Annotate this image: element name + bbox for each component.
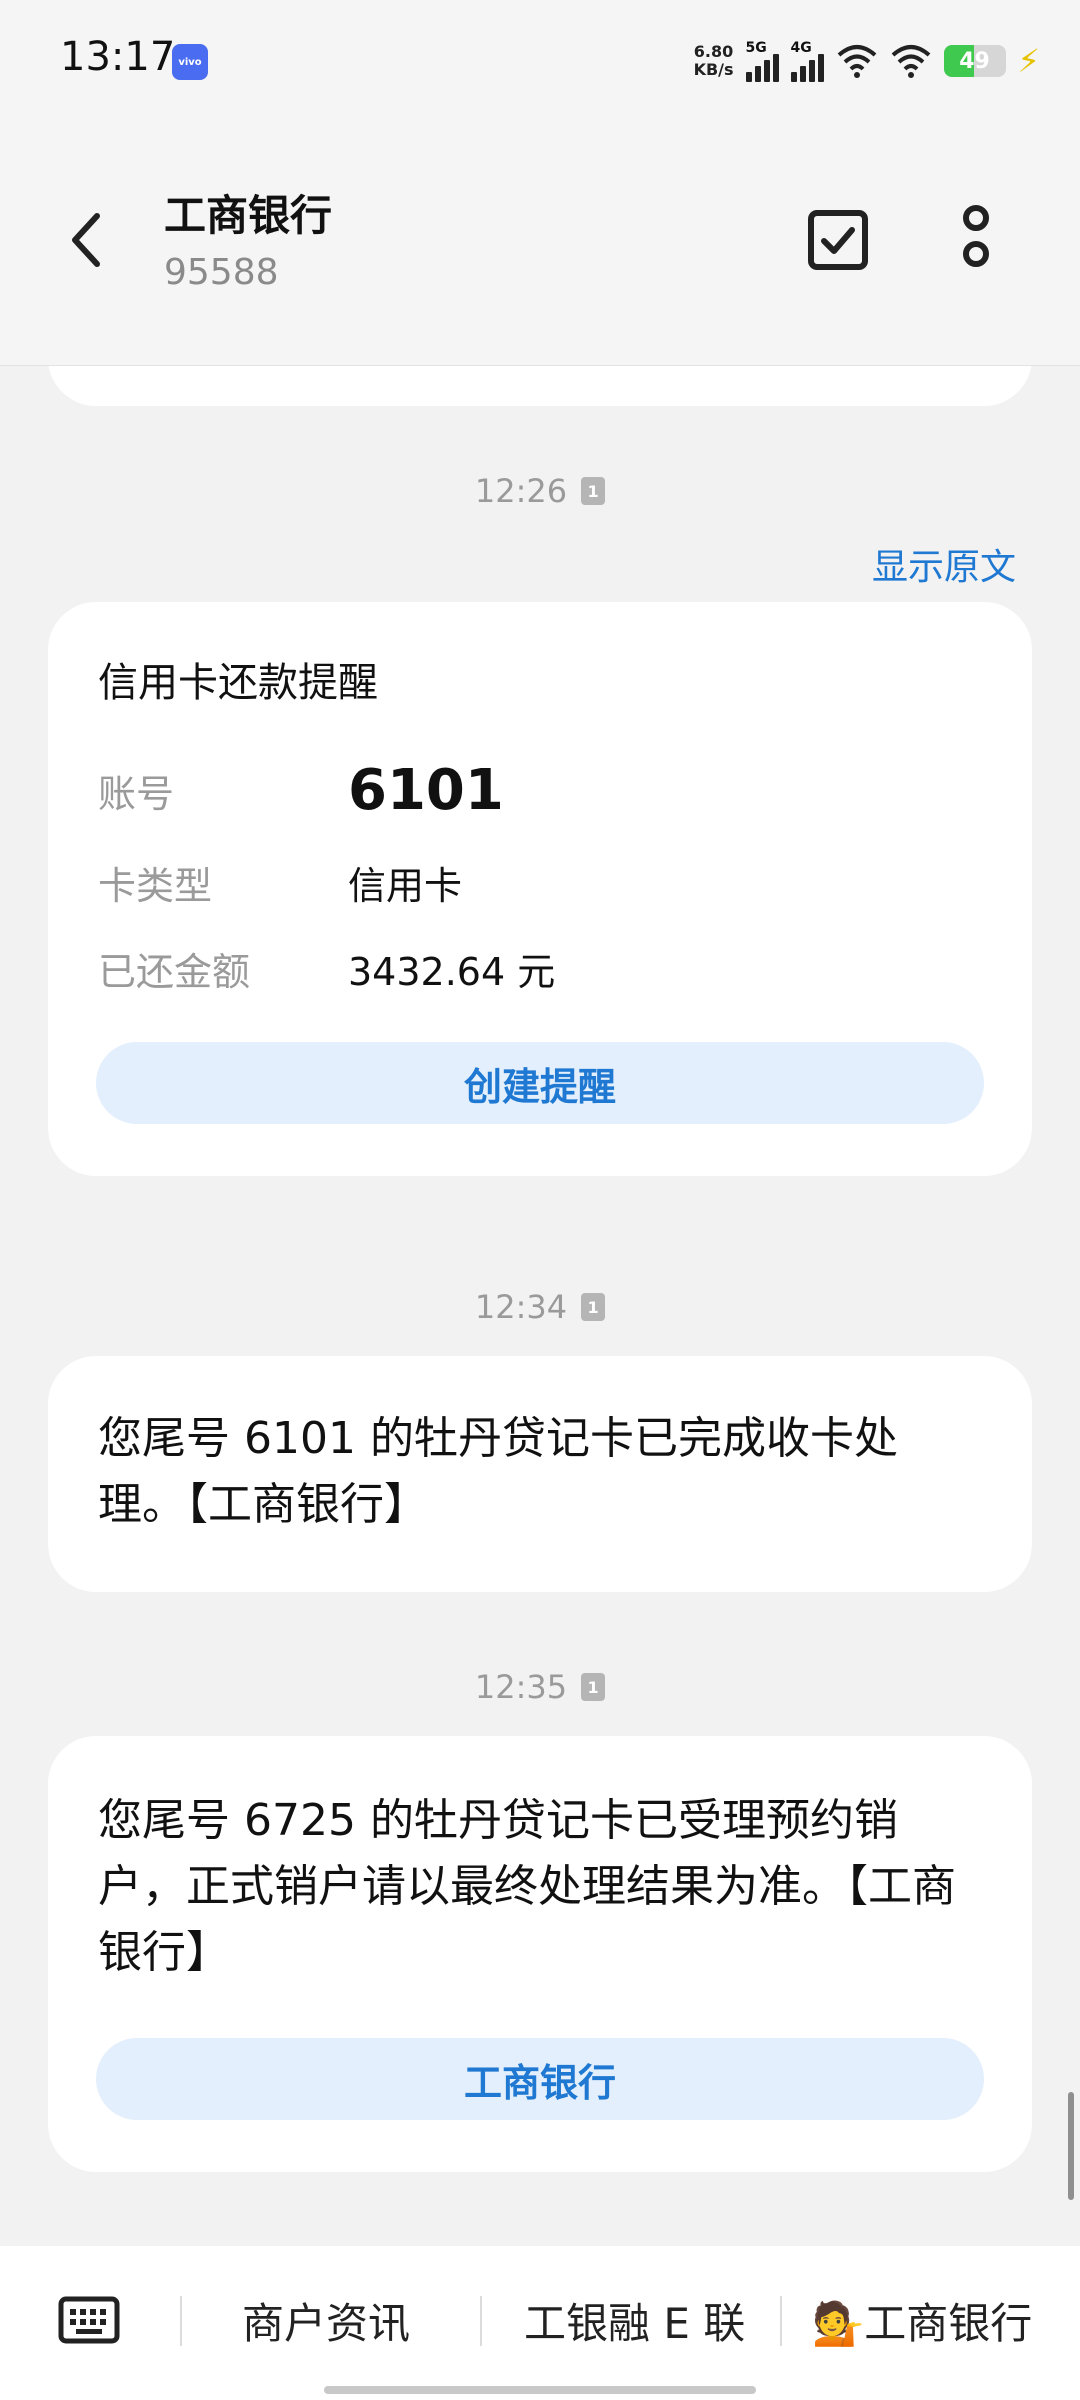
message-text: 您尾号 6725 的牡丹贷记卡已受理预约销户，正式销户请以最终处理结果为准。【工… [98,1795,956,1978]
sim-card-icon: 1 [581,477,606,505]
message-bubble[interactable]: 您尾号 6101 的牡丹贷记卡已完成收卡处理。【工商银行】 [48,1356,1032,1592]
field-value: 信用卡 [348,863,463,908]
timestamp-text: 12:35 [474,1668,568,1706]
menu-divider [480,2296,482,2346]
back-button[interactable] [56,202,116,278]
menu-icbc-e-link[interactable]: 工银融 E 联 [524,2290,745,2351]
menu-divider [180,2296,182,2346]
conversation-header: 工商银行 95588 [0,120,1080,366]
charging-bolt-icon: ⚡ [1017,42,1040,80]
network-speed-unit: KB/s [693,60,734,79]
sim-card-icon: 1 [581,1293,606,1321]
contact-name: 工商银行 [164,191,333,240]
timestamp-text: 12:34 [474,1288,568,1326]
previous-message-bubble[interactable] [48,366,1032,406]
field-row-card-type: 卡类型 信用卡 [98,852,998,912]
field-value: 6101 [348,757,504,823]
wifi-icon [837,45,876,78]
timestamp-text: 12:26 [474,472,568,510]
chevron-left-icon [72,213,100,267]
credit-card-reminder-card[interactable]: 信用卡还款提醒 账号 6101 卡类型 信用卡 已还金额 3432.64 元 创… [48,602,1032,1176]
menu-divider [780,2296,782,2346]
scrollbar[interactable] [1068,2092,1074,2200]
menu-merchant-news[interactable]: 商户资讯 [242,2290,410,2351]
show-original-link[interactable]: 显示原文 [872,538,1016,590]
icbc-link-button[interactable]: 工商银行 [96,2038,984,2120]
field-row-paid-amount: 已还金额 3432.64 元 [98,938,998,998]
card-title: 信用卡还款提醒 [98,660,378,706]
keyboard-icon [58,2296,120,2344]
signal-4g-icon: 4G [790,40,824,82]
battery-level: 49 [959,48,990,74]
field-row-account: 账号 6101 [98,750,998,830]
signal-5g-icon: 5G [745,40,779,82]
status-bar: 13:17 vivo 6.80 KB/s 5G 4G 49 ⚡ [0,0,1080,120]
status-time: 13:17 [60,34,176,80]
more-vertical-icon [963,205,989,267]
field-value: 3432.64 元 [348,949,556,994]
vivo-app-icon: vivo [172,44,208,80]
signal-5g-label: 5G [745,40,767,56]
message-list[interactable]: 12:26 1 显示原文 信用卡还款提醒 账号 6101 卡类型 信用卡 已还金… [0,366,1080,2246]
message-timestamp: 12:26 1 [0,472,1080,510]
message-bubble[interactable]: 您尾号 6725 的牡丹贷记卡已受理预约销户，正式销户请以最终处理结果为准。【工… [48,1736,1032,2172]
signal-4g-label: 4G [790,40,812,56]
menu-icbc[interactable]: 💁工商银行 [812,2290,1032,2351]
field-label: 账号 [98,771,175,816]
sim-card-icon: 1 [581,1673,606,1701]
status-icons: 6.80 KB/s 5G 4G 49 ⚡ [694,36,1040,86]
bottom-menu-bar: 商户资讯 工银融 E 联 💁工商银行 [0,2246,1080,2400]
field-label: 已还金额 [98,949,251,994]
battery-icon: 49 [943,45,1006,77]
message-timestamp: 12:35 1 [0,1668,1080,1706]
field-label: 卡类型 [98,863,213,908]
more-options-button[interactable] [948,204,1004,276]
network-speed-value: 6.80 [693,42,734,61]
wifi-icon-2 [891,45,930,78]
contact-number: 95588 [164,252,279,293]
checkbox-icon [808,210,868,270]
keyboard-toggle-button[interactable] [58,2296,120,2344]
create-reminder-button[interactable]: 创建提醒 [96,1042,984,1124]
message-timestamp: 12:34 1 [0,1288,1080,1326]
message-text: 您尾号 6101 的牡丹贷记卡已完成收卡处理。【工商银行】 [98,1413,898,1530]
select-button[interactable] [806,208,870,272]
network-speed: 6.80 KB/s [694,43,734,79]
home-indicator[interactable] [324,2386,756,2394]
